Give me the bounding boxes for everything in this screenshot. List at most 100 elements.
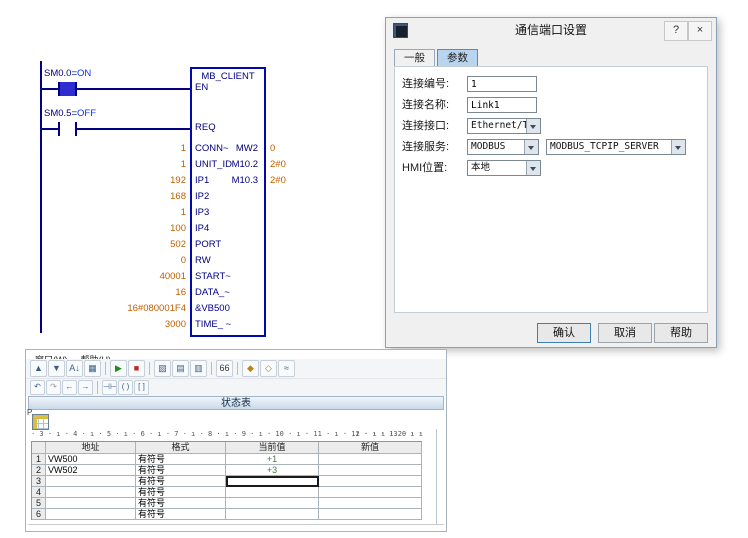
- new-value-cell[interactable]: [319, 476, 422, 487]
- status-chart-window: 窗口(W)帮助(H) ▲▼A↓▦▶■▧▤▥66◆◇≈ ↶↷←→⊣⊢( )[ ] …: [25, 349, 447, 532]
- connection-service-select[interactable]: MODBUS: [467, 139, 539, 155]
- run-icon[interactable]: ▶: [110, 360, 127, 377]
- navigate-left-icon[interactable]: ←: [62, 380, 77, 395]
- current-value-cell[interactable]: [226, 476, 319, 487]
- connection-number-field[interactable]: [467, 76, 537, 92]
- connection-interface-select[interactable]: Ethernet/TCP: [467, 118, 541, 134]
- format-cell[interactable]: 有符号: [136, 509, 226, 520]
- toolbar-edit: ↶↷←→ ⊣⊢( )[ ]: [26, 379, 446, 396]
- monitor-glasses-icon[interactable]: 66: [216, 360, 233, 377]
- output-value: 2#0: [270, 175, 286, 187]
- current-value-cell[interactable]: +1: [226, 454, 319, 465]
- param-value: 40001: [50, 271, 186, 283]
- param-pin: START~: [195, 271, 231, 283]
- param-value: 502: [50, 239, 186, 251]
- connection-service-select-2-value: MODBUS_TCPIP_SERVER: [547, 140, 671, 154]
- address-cell[interactable]: [46, 487, 136, 498]
- format-cell[interactable]: 有符号: [136, 476, 226, 487]
- connection-service-select-2[interactable]: MODBUS_TCPIP_SERVER: [546, 139, 686, 155]
- panel-title: 状态表: [221, 398, 251, 409]
- ruler: · 3 · ı · 4 · ı · 5 · ı · 6 · ı · 7 · ı …: [31, 429, 423, 439]
- param-value: 192: [50, 175, 186, 187]
- trend-view-icon[interactable]: ≈: [278, 360, 295, 377]
- force-icon[interactable]: ◆: [242, 360, 259, 377]
- new-value-cell[interactable]: [319, 454, 422, 465]
- param-pin: IP4: [195, 223, 209, 235]
- dialog-close-button[interactable]: ×: [688, 21, 712, 41]
- format-cell[interactable]: 有符号: [136, 454, 226, 465]
- contact-energized-fill: [60, 82, 75, 96]
- status-chart-panel-header[interactable]: 状态表: [28, 396, 444, 410]
- block-title: MB_CLIENT: [192, 71, 264, 82]
- cancel-button[interactable]: 取消: [598, 323, 652, 343]
- redo-icon[interactable]: ↷: [46, 380, 61, 395]
- contact-state: ON: [77, 68, 91, 79]
- help-button[interactable]: 帮助: [654, 323, 708, 343]
- unforce-icon[interactable]: ◇: [260, 360, 277, 377]
- address-cell[interactable]: [46, 476, 136, 487]
- column-header: 地址: [46, 442, 136, 454]
- toolbar-separator: [105, 362, 106, 375]
- dropdown-arrow-icon: [526, 119, 540, 133]
- address-cell[interactable]: [46, 498, 136, 509]
- move-down-icon[interactable]: ▼: [48, 360, 65, 377]
- dropdown-arrow-icon: [526, 161, 540, 175]
- current-value-cell[interactable]: [226, 509, 319, 520]
- row-number: 4: [32, 487, 46, 498]
- insert-box-icon[interactable]: [ ]: [134, 380, 149, 395]
- current-value-cell[interactable]: [226, 498, 319, 509]
- dialog-help-button[interactable]: ?: [664, 21, 688, 41]
- stop-icon[interactable]: ■: [128, 360, 145, 377]
- contact-bar: [58, 122, 60, 136]
- format-cell[interactable]: 有符号: [136, 498, 226, 509]
- sort-ascending-icon[interactable]: A↓: [66, 360, 83, 377]
- table-header-row: 地址格式当前值新值: [32, 442, 422, 454]
- format-cell[interactable]: 有符号: [136, 487, 226, 498]
- table-row: 4 有符号: [32, 487, 422, 498]
- comm-port-settings-dialog: 通信端口设置 ? × 一般参数 连接编号:连接名称:连接接口:Ethernet/…: [385, 17, 717, 348]
- ruler-right-marks: ı · · ı · 20 · ı: [356, 429, 423, 439]
- connection-name-field[interactable]: [467, 97, 537, 113]
- contact-label[interactable]: SM0.5=OFF: [44, 108, 96, 120]
- move-up-icon[interactable]: ▲: [30, 360, 47, 377]
- table-row: 2VW502有符号+3: [32, 465, 422, 476]
- arrow-glyph: [530, 167, 536, 171]
- undo-icon[interactable]: ↶: [30, 380, 45, 395]
- confirm-button[interactable]: 确认: [537, 323, 591, 343]
- address-cell[interactable]: [46, 509, 136, 520]
- row-number: 6: [32, 509, 46, 520]
- hmi-location-select[interactable]: 本地: [467, 160, 541, 176]
- insert-table-icon[interactable]: ▦: [84, 360, 101, 377]
- format-cell[interactable]: 有符号: [136, 465, 226, 476]
- contact-bar: [75, 122, 77, 136]
- new-value-cell[interactable]: [319, 465, 422, 476]
- chart-status-icon[interactable]: ▧: [154, 360, 171, 377]
- param-value: 16: [50, 287, 186, 299]
- status-chart-icon[interactable]: [32, 414, 49, 430]
- new-value-cell[interactable]: [319, 498, 422, 509]
- row-number: 2: [32, 465, 46, 476]
- insert-contact-icon[interactable]: ⊣⊢: [102, 380, 117, 395]
- insert-coil-icon[interactable]: ( ): [118, 380, 133, 395]
- dropdown-arrow-icon: [524, 140, 538, 154]
- tab-general[interactable]: 一般: [394, 49, 435, 67]
- current-value-cell[interactable]: [226, 487, 319, 498]
- table-row: 6 有符号: [32, 509, 422, 520]
- hmi-location-select-label: HMI位置:: [402, 160, 447, 176]
- dialog-titlebar[interactable]: 通信端口设置 ? ×: [386, 18, 716, 42]
- new-value-cell[interactable]: [319, 509, 422, 520]
- navigate-right-icon[interactable]: →: [78, 380, 93, 395]
- address-cell[interactable]: VW502: [46, 465, 136, 476]
- tab-params[interactable]: 参数: [437, 49, 478, 67]
- current-value-cell[interactable]: +3: [226, 465, 319, 476]
- table-row: 1VW500有符号+1: [32, 454, 422, 465]
- write-all-icon[interactable]: ▥: [190, 360, 207, 377]
- connection-name-field-label: 连接名称:: [402, 97, 449, 113]
- read-all-icon[interactable]: ▤: [172, 360, 189, 377]
- new-value-cell[interactable]: [319, 487, 422, 498]
- contact-label[interactable]: SM0.0=ON: [44, 68, 91, 80]
- param-value: 100: [50, 223, 186, 235]
- panel-bottom-divider: [28, 524, 444, 525]
- address-cell[interactable]: VW500: [46, 454, 136, 465]
- toolbar-separator: [211, 362, 212, 375]
